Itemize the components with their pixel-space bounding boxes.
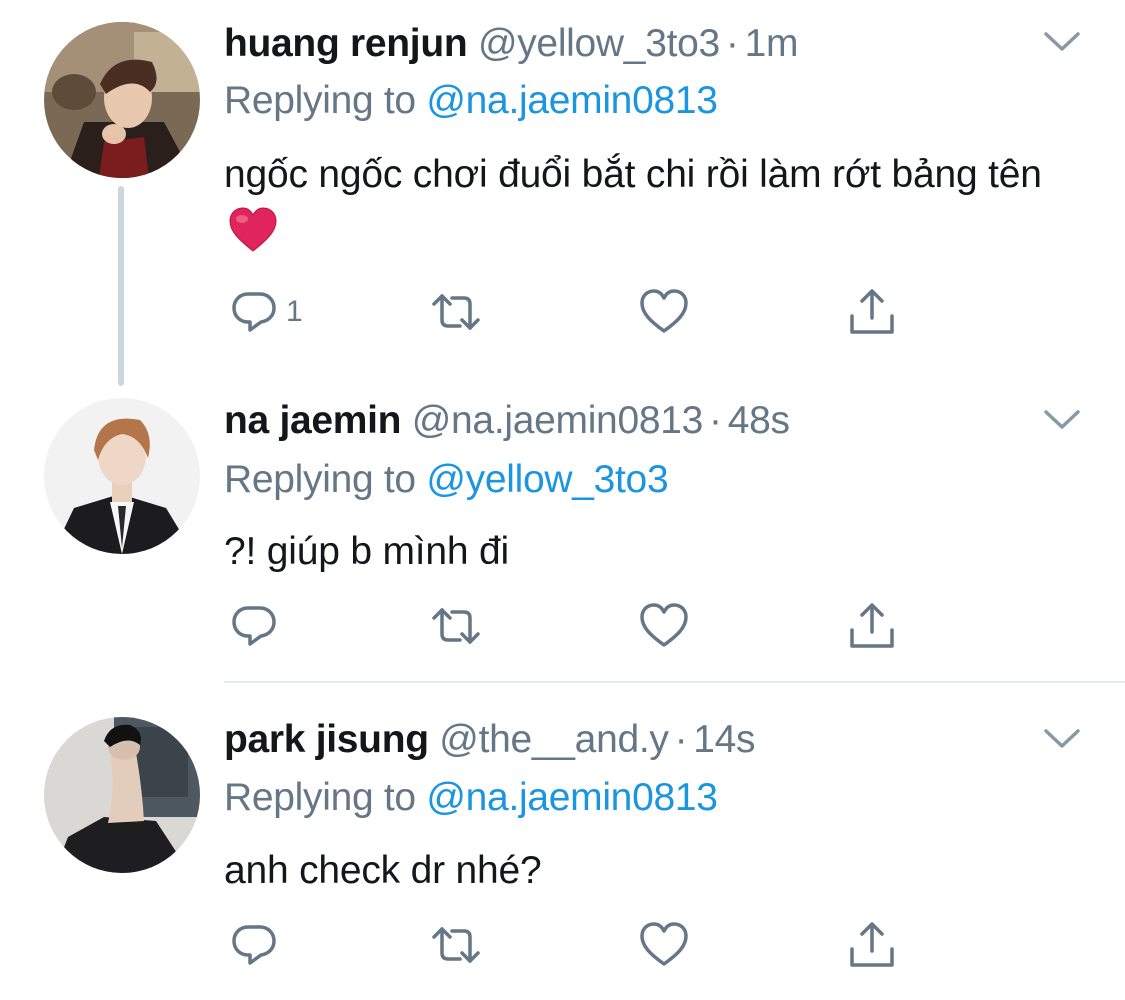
separator-dot: · (725, 22, 739, 65)
retweet-icon (432, 927, 480, 963)
retweet-button[interactable] (430, 917, 482, 973)
replying-to: Replying to @na.jaemin0813 (224, 773, 718, 823)
reply-button[interactable]: 1 (228, 284, 303, 340)
replying-to: Replying to @yellow_3to3 (224, 455, 669, 505)
share-button[interactable] (846, 598, 898, 654)
tweet-text-content: ngốc ngốc chơi đuổi bắt chi rồi làm rớt … (224, 153, 1042, 196)
retweet-icon (432, 294, 480, 330)
share-button[interactable] (846, 284, 898, 340)
user-handle[interactable]: @na.jaemin0813 (412, 399, 704, 442)
display-name[interactable]: na jaemin (224, 399, 402, 442)
red-heart-emoji-icon (229, 207, 277, 252)
tweet-header: huang renjun @yellow_3to3 · 1m (224, 19, 798, 69)
avatar-huang-renjun[interactable] (44, 22, 200, 178)
tweet-divider (224, 681, 1125, 683)
share-button[interactable] (846, 917, 898, 973)
timestamp[interactable]: 1m (745, 22, 799, 65)
tweet-text: ngốc ngốc chơi đuổi bắt chi rồi làm rớt … (224, 146, 1084, 262)
chevron-down-icon[interactable] (1042, 727, 1082, 751)
separator-dot: · (709, 399, 722, 442)
chevron-down-icon[interactable] (1042, 408, 1082, 432)
timestamp[interactable]: 14s (693, 718, 755, 761)
reply-mention[interactable]: @yellow_3to3 (426, 458, 668, 501)
user-handle[interactable]: @the__and.y (439, 718, 669, 761)
tweet-text-content: ?! giúp b mình đi (224, 530, 509, 573)
replying-to-label: Replying to (224, 776, 416, 819)
like-button[interactable] (638, 917, 690, 973)
timestamp[interactable]: 48s (728, 399, 790, 442)
replying-to-label: Replying to (224, 458, 416, 501)
tweet-text: ?! giúp b mình đi (224, 523, 1084, 581)
tweet-header: na jaemin @na.jaemin0813 · 48s (224, 396, 790, 446)
like-button[interactable] (638, 284, 690, 340)
tweet-actions (224, 598, 944, 654)
reply-button[interactable] (228, 598, 286, 654)
reply-icon (232, 292, 276, 332)
tweet-text: anh check dr nhé? (224, 842, 1084, 900)
retweet-button[interactable] (430, 598, 482, 654)
user-handle[interactable]: @yellow_3to3 (478, 22, 720, 65)
replying-to-label: Replying to (224, 79, 416, 122)
replying-to: Replying to @na.jaemin0813 (224, 76, 718, 126)
reply-icon (232, 925, 276, 965)
separator-dot: · (674, 718, 688, 761)
like-icon (640, 603, 688, 647)
display-name[interactable]: park jisung (224, 718, 429, 761)
retweet-icon (432, 608, 480, 644)
avatar-park-jisung[interactable] (44, 717, 200, 873)
share-icon (850, 603, 894, 648)
reply-button[interactable] (228, 917, 286, 973)
like-icon (640, 922, 688, 966)
like-icon (640, 289, 688, 333)
thread-line (118, 186, 124, 386)
tweet-header: park jisung @the__and.y · 14s (224, 715, 756, 765)
tweet-actions: 1 (224, 284, 944, 340)
avatar-na-jaemin[interactable] (44, 398, 200, 554)
reply-icon (232, 606, 276, 646)
tweet-actions (224, 917, 944, 973)
reply-count: 1 (286, 295, 303, 328)
reply-mention[interactable]: @na.jaemin0813 (426, 79, 718, 122)
chevron-down-icon[interactable] (1042, 30, 1082, 54)
reply-mention[interactable]: @na.jaemin0813 (426, 776, 718, 819)
like-button[interactable] (638, 598, 690, 654)
share-icon (850, 289, 894, 334)
share-icon (850, 922, 894, 967)
display-name[interactable]: huang renjun (224, 22, 468, 65)
retweet-button[interactable] (430, 284, 482, 340)
tweet-text-content: anh check dr nhé? (224, 849, 542, 892)
